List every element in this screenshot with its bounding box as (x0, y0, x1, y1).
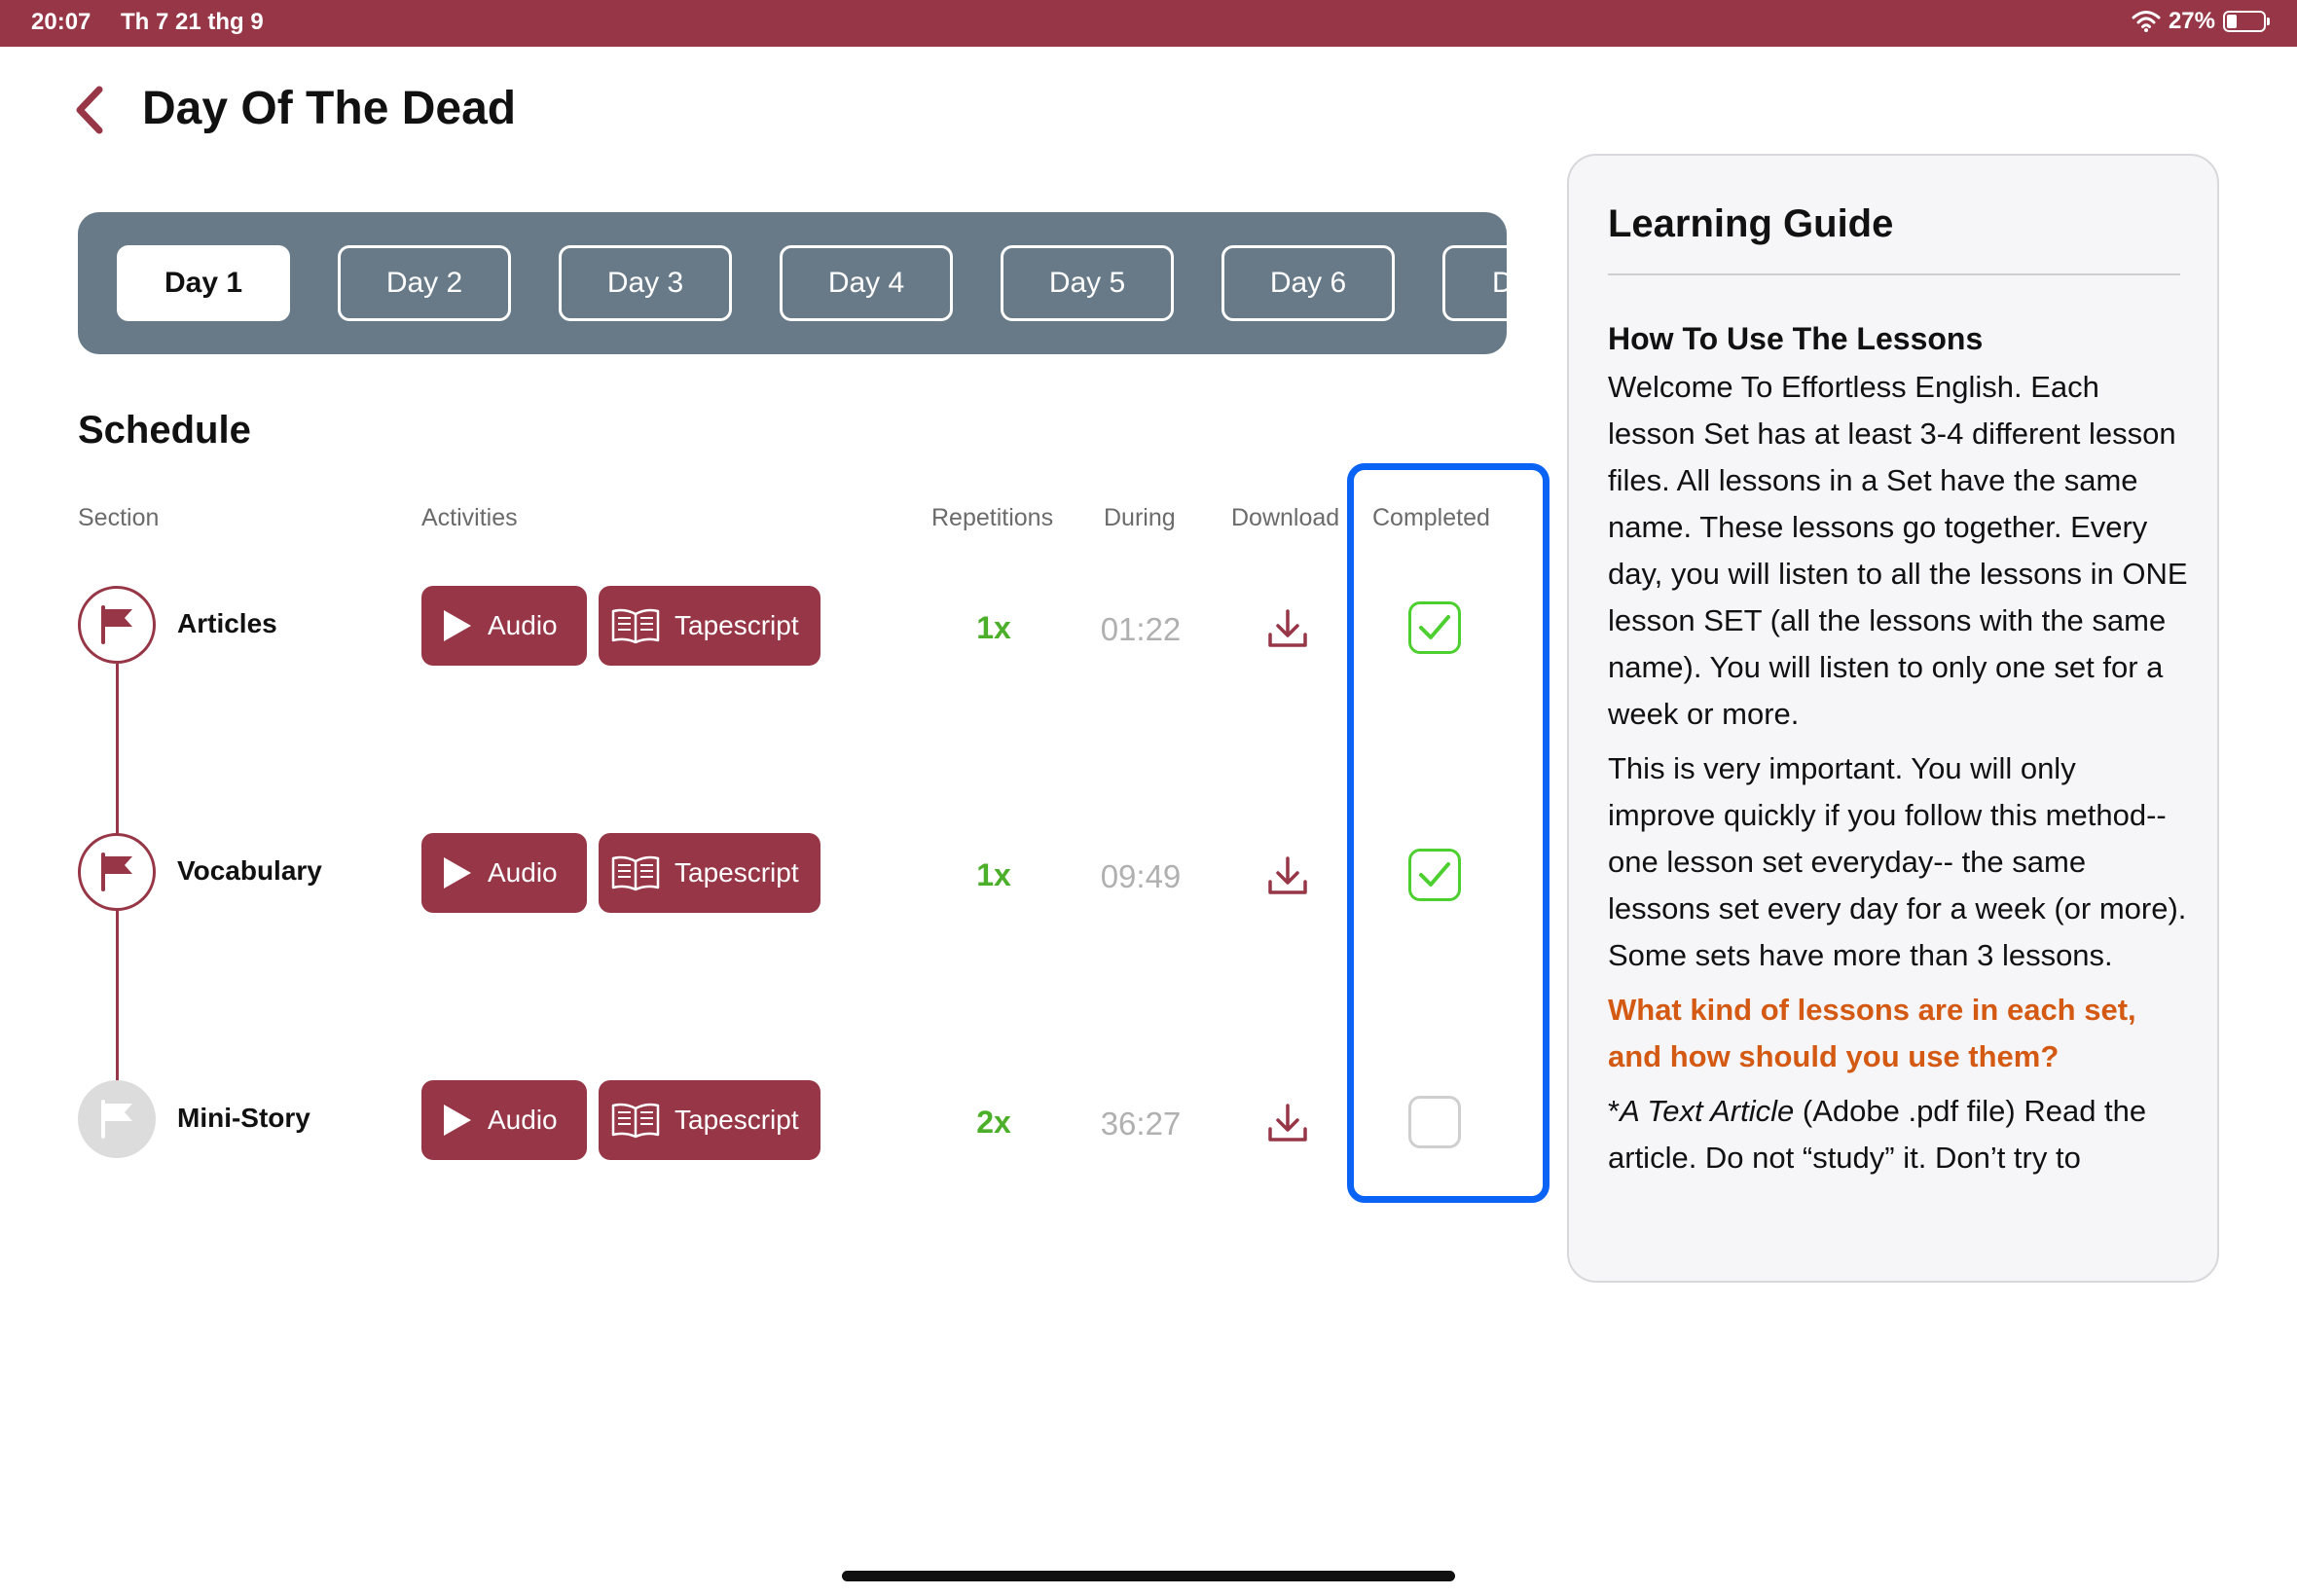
audio-label: Audio (488, 1105, 558, 1135)
repetitions-value: 1x (976, 610, 1011, 645)
play-icon (444, 610, 471, 641)
column-header-download: Download (1231, 504, 1340, 531)
tapescript-label: Tapescript (675, 857, 799, 888)
status-right: 27% (2132, 8, 2270, 35)
battery-icon (2223, 11, 2270, 32)
book-icon (611, 855, 660, 891)
home-indicator (842, 1571, 1455, 1581)
tapescript-button[interactable]: Tapescript (599, 833, 820, 913)
guide-item-title: A Text Article (1620, 1094, 1795, 1128)
column-header-activities: Activities (421, 504, 518, 531)
flag-icon (101, 605, 132, 644)
tab-day-5[interactable]: Day 5 (1001, 245, 1174, 321)
guide-body: How To Use The Lessons Welcome To Effort… (1608, 315, 2188, 1189)
download-icon (1268, 856, 1307, 894)
audio-button[interactable]: Audio (421, 1080, 587, 1160)
chevron-left-icon (76, 86, 103, 134)
completed-column-highlight (1347, 463, 1550, 1203)
column-header-section: Section (78, 504, 160, 531)
audio-label: Audio (488, 610, 558, 640)
tapescript-label: Tapescript (675, 610, 799, 640)
tapescript-button[interactable]: Tapescript (599, 586, 820, 666)
day-tab-bar[interactable]: Day 1 Day 2 Day 3 Day 4 Day 5 Day 6 Day … (78, 212, 1507, 354)
audio-button[interactable]: Audio (421, 833, 587, 913)
tab-day-4[interactable]: Day 4 (780, 245, 953, 321)
column-header-during: During (1104, 504, 1176, 531)
audio-label: Audio (488, 857, 558, 888)
column-header-repetitions: Repetitions (931, 504, 1054, 531)
timeline-connector (116, 664, 119, 835)
section-flag-icon (78, 833, 156, 911)
download-button[interactable] (1266, 854, 1309, 897)
download-button[interactable] (1266, 1102, 1309, 1144)
play-icon (444, 1105, 471, 1136)
section-name: Vocabulary (177, 855, 322, 886)
tab-day-1[interactable]: Day 1 (117, 245, 290, 321)
section-flag-icon (78, 586, 156, 664)
guide-title: Learning Guide (1608, 202, 1894, 245)
wifi-icon (2132, 11, 2161, 32)
duration-value: 36:27 (1100, 1106, 1182, 1142)
download-button[interactable] (1266, 607, 1309, 650)
audio-button[interactable]: Audio (421, 586, 587, 666)
guide-heading: How To Use The Lessons (1608, 321, 1984, 356)
timeline-connector (116, 911, 119, 1082)
guide-paragraph: This is very important. You will only im… (1608, 751, 2187, 972)
tab-day-2[interactable]: Day 2 (338, 245, 511, 321)
flag-icon (101, 1100, 132, 1139)
section-name: Mini-Story (177, 1103, 310, 1133)
duration-value: 09:49 (1100, 858, 1182, 894)
status-time: 20:07 (31, 9, 91, 35)
back-button[interactable] (70, 84, 113, 136)
learning-guide-panel[interactable]: Learning Guide How To Use The Lessons We… (1567, 154, 2219, 1283)
tab-day-6[interactable]: Day 6 (1221, 245, 1395, 321)
book-icon (611, 1103, 660, 1139)
duration-value: 01:22 (1100, 611, 1182, 647)
play-icon (444, 857, 471, 889)
section-flag-icon (78, 1080, 156, 1158)
status-bar: 20:07 Th 7 21 thg 9 27% (0, 0, 2297, 47)
guide-item: *A Text Article (Adobe .pdf file) Read t… (1608, 1088, 2188, 1181)
download-icon (1268, 1104, 1307, 1142)
tab-day-7[interactable]: Day 7 (1442, 245, 1507, 321)
tapescript-button[interactable]: Tapescript (599, 1080, 820, 1160)
guide-item-prefix: * (1608, 1094, 1621, 1128)
schedule-title: Schedule (78, 409, 251, 452)
guide-divider (1608, 273, 2180, 275)
tapescript-label: Tapescript (675, 1105, 799, 1135)
section-name: Articles (177, 608, 277, 638)
battery-percent: 27% (2168, 8, 2215, 34)
book-icon (611, 608, 660, 644)
flag-icon (101, 852, 132, 891)
download-icon (1268, 609, 1307, 647)
page-title: Day Of The Dead (142, 83, 517, 134)
guide-paragraph: Welcome To Effortless English. Each less… (1608, 370, 2188, 731)
repetitions-value: 1x (976, 857, 1011, 892)
tab-day-3[interactable]: Day 3 (559, 245, 732, 321)
repetitions-value: 2x (976, 1105, 1011, 1140)
status-date: Th 7 21 thg 9 (121, 9, 264, 35)
guide-question: What kind of lessons are in each set, an… (1608, 993, 2136, 1073)
